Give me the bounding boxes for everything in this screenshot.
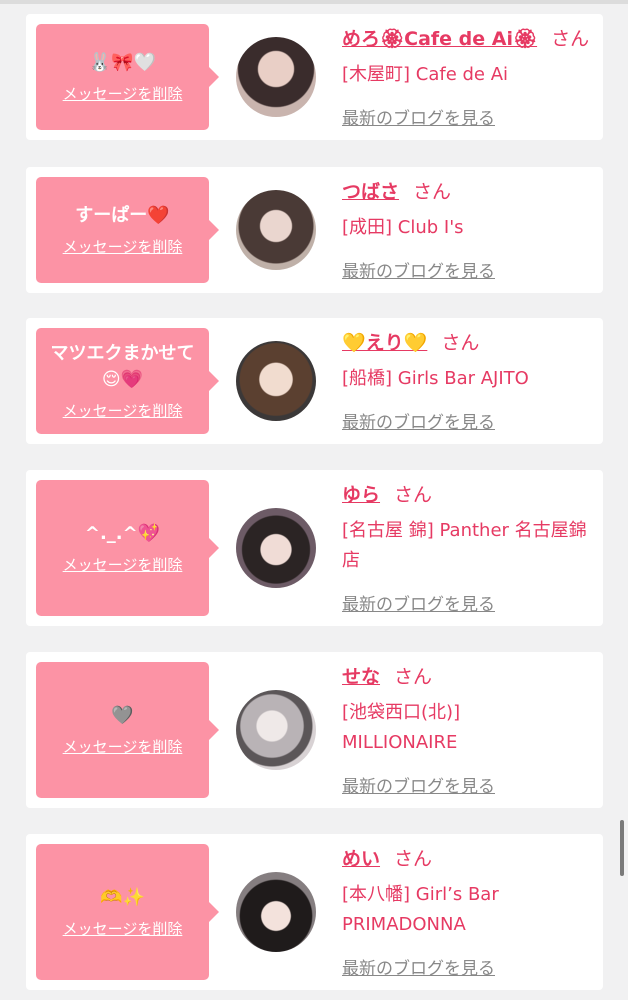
scrollbar[interactable] xyxy=(620,820,624,876)
shop-name: [木屋町] Cafe de Ai xyxy=(342,64,509,85)
message-text: すーぱー❤️ xyxy=(75,205,170,226)
list-item: 🫶✨ メッセージを削除 めい さん [本八幡] Girl’s Bar PRIMAD… xyxy=(26,834,603,990)
avatar[interactable] xyxy=(236,690,316,770)
honorific: さん xyxy=(394,666,433,688)
honorific: さん xyxy=(394,484,433,506)
cast-name-link[interactable]: めい xyxy=(342,848,380,870)
message-text: 🩶 xyxy=(111,705,134,726)
honorific: さん xyxy=(394,848,433,870)
avatar[interactable] xyxy=(236,872,316,952)
delete-message-link[interactable]: メッセージを削除 xyxy=(63,555,183,575)
message-text: 🫶✨ xyxy=(100,887,145,908)
list-item: すーぱー❤️ メッセージを削除 つばさ さん [成田] Club I's 最新のブ… xyxy=(26,167,603,293)
avatar[interactable] xyxy=(236,508,316,588)
latest-blog-link[interactable]: 最新のブログを見る xyxy=(342,104,495,129)
latest-blog-link[interactable]: 最新のブログを見る xyxy=(342,772,495,797)
message-bubble: 🫶✨ メッセージを削除 xyxy=(36,844,219,980)
message-bubble: 🐰🎀🤍 メッセージを削除 xyxy=(36,24,219,130)
list-item: 🩶 メッセージを削除 せな さん [池袋西口(北)] MILLIONAIRE 最新… xyxy=(26,652,603,808)
message-bubble: ^._.^💖 メッセージを削除 xyxy=(36,480,219,616)
message-bubble: マツエクまかせて😌💗 メッセージを削除 xyxy=(36,328,219,434)
message-bubble: 🩶 メッセージを削除 xyxy=(36,662,219,798)
shop-name: [本八幡] Girl’s Bar PRIMADONNA xyxy=(342,884,499,935)
delete-message-link[interactable]: メッセージを削除 xyxy=(63,84,183,104)
avatar[interactable] xyxy=(236,341,316,421)
list-item: ^._.^💖 メッセージを削除 ゆら さん [名古屋 錦] Panther 名古屋… xyxy=(26,470,603,626)
message-bubble: すーぱー❤️ メッセージを削除 xyxy=(36,177,219,283)
cast-name-link[interactable]: つばさ xyxy=(342,181,399,203)
message-text: ^._.^💖 xyxy=(84,523,161,544)
shop-name: [成田] Club I's xyxy=(342,217,464,238)
delete-message-link[interactable]: メッセージを削除 xyxy=(63,237,183,257)
cast-name-link[interactable]: 💛えり💛 xyxy=(342,332,427,354)
list-item: 🐰🎀🤍 メッセージを削除 めろ🏵Cafe de Ai🏵 さん [木屋町] Cafe… xyxy=(26,14,603,140)
top-divider xyxy=(0,0,628,4)
latest-blog-link[interactable]: 最新のブログを見る xyxy=(342,590,495,615)
avatar[interactable] xyxy=(236,37,316,117)
honorific: さん xyxy=(413,181,452,203)
message-text: マツエクまかせて😌💗 xyxy=(50,343,195,390)
shop-name: [船橋] Girls Bar AJITO xyxy=(342,368,529,389)
latest-blog-link[interactable]: 最新のブログを見る xyxy=(342,954,495,979)
delete-message-link[interactable]: メッセージを削除 xyxy=(63,919,183,939)
avatar[interactable] xyxy=(236,190,316,270)
cast-name-link[interactable]: せな xyxy=(342,666,380,688)
list-item: マツエクまかせて😌💗 メッセージを削除 💛えり💛 さん [船橋] Girls Ba… xyxy=(26,318,603,444)
honorific: さん xyxy=(441,332,480,354)
shop-name: [池袋西口(北)] MILLIONAIRE xyxy=(342,702,461,753)
honorific: さん xyxy=(551,28,590,50)
latest-blog-link[interactable]: 最新のブログを見る xyxy=(342,257,495,282)
shop-name: [名古屋 錦] Panther 名古屋錦店 xyxy=(342,520,587,571)
message-text: 🐰🎀🤍 xyxy=(88,52,157,73)
cast-name-link[interactable]: ゆら xyxy=(342,484,380,506)
delete-message-link[interactable]: メッセージを削除 xyxy=(63,401,183,421)
cast-name-link[interactable]: めろ🏵Cafe de Ai🏵 xyxy=(342,28,537,50)
latest-blog-link[interactable]: 最新のブログを見る xyxy=(342,408,495,433)
delete-message-link[interactable]: メッセージを削除 xyxy=(63,737,183,757)
